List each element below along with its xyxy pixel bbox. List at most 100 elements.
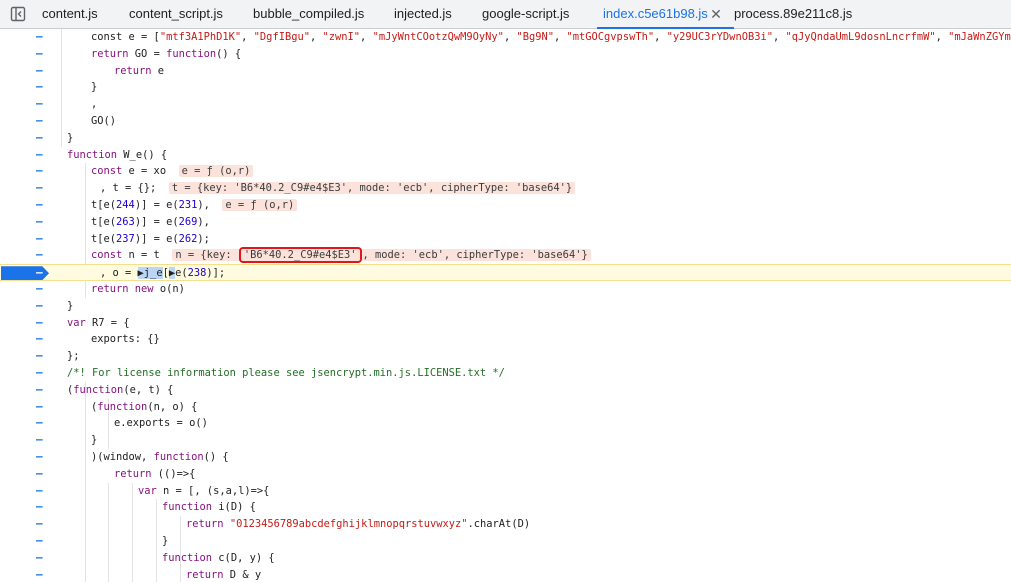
string-token: "mJaWnZGYmNbYtgTc [948,31,1011,43]
code-line[interactable]: – (function(n, o) { [0,399,1011,416]
code-line[interactable]: – t[e(237)] = e(262); [0,231,1011,248]
code-line[interactable]: – return new o(n) [0,281,1011,298]
code-line[interactable]: – return (()=>{ [0,466,1011,483]
tab-injected-js[interactable]: injected.js [394,0,452,28]
tab-content-script-js[interactable]: content_script.js [129,0,223,28]
gutter-dash-marker[interactable]: – [36,63,46,80]
code-line[interactable]: – return e [0,63,1011,80]
code-line[interactable]: –}; [0,348,1011,365]
code-line[interactable]: – function c(D, y) { [0,550,1011,567]
code-line[interactable]: – function W_e() { [0,147,1011,164]
breakpoint-marker-icon[interactable]: – [1,266,49,281]
gutter-dash-marker[interactable]: – [36,550,46,567]
gutter-dash-marker[interactable]: – [36,382,46,399]
gutter-dash-marker[interactable]: – [36,432,46,449]
code-token: e = xo [122,165,179,178]
code-text: )(window, function() { [91,449,229,466]
inline-value-preview: e = ƒ (o,r) [222,199,298,211]
code-line[interactable]: – return D & y [0,567,1011,582]
code-text: } [67,130,73,147]
code-text: return GO = function() { [91,46,241,63]
code-editor[interactable]: – const e = ["mtf3A1PhD1K", "DgfIBgu", "z… [0,29,1011,582]
code-line[interactable]: –} [0,298,1011,315]
code-token: const e = [ [91,31,160,43]
gutter-dash-marker[interactable]: – [36,281,46,298]
code-token: } [162,535,169,547]
code-line[interactable]: – function i(D) { [0,499,1011,516]
code-token: t[e( [91,232,117,245]
code-line[interactable]: –} [0,79,1011,96]
gutter-dash-marker[interactable]: – [36,399,46,416]
code-line[interactable]: – return GO = function() { [0,46,1011,63]
code-line[interactable]: –} [0,432,1011,449]
code-token: , [91,98,98,111]
gutter-dash-marker[interactable]: – [36,365,46,382]
code-line[interactable]: –} [0,130,1011,147]
comment-token: /*! For license information please see j… [67,367,505,379]
code-line[interactable]: – const e = ["mtf3A1PhD1K", "DgfIBgu", "z… [0,29,1011,46]
close-tab-icon[interactable]: ✕ [709,0,723,28]
gutter-dash-marker[interactable]: – [36,567,46,582]
gutter-dash-marker[interactable]: – [36,79,46,96]
tab-content-js[interactable]: content.js [42,0,98,28]
gutter-dash-marker[interactable]: – [36,247,46,264]
code-line[interactable]: –, [0,96,1011,113]
string-token: "qJyQndaUmL9dosnLncrfmW" [785,31,936,43]
code-text: GO() [91,113,116,130]
code-text: return D & y [186,567,261,582]
gutter-dash-marker[interactable]: – [36,46,46,63]
gutter-dash-marker[interactable]: – [36,499,46,516]
gutter-dash-marker[interactable]: – [36,483,46,500]
gutter-dash-marker[interactable]: – [36,516,46,533]
keyword-token: return [186,518,224,531]
keyword-token: function [162,501,213,514]
gutter-dash-marker[interactable]: – [36,415,46,432]
gutter-dash-marker[interactable]: – [36,197,46,214]
gutter-dash-marker[interactable]: – [36,130,46,147]
code-line[interactable]: – const e = xo e = ƒ (o,r) [0,163,1011,180]
gutter-dash-marker[interactable]: – [36,163,46,180]
gutter-dash-marker[interactable]: – [36,147,46,164]
code-line[interactable]: – GO() [0,113,1011,130]
code-text: , [91,96,97,113]
tab-bubble-compiled-js[interactable]: bubble_compiled.js [253,0,364,28]
gutter-dash-marker[interactable]: – [36,315,46,332]
code-text: , o = ▶j_e[▶e(238)]; [100,265,225,282]
code-text: (function(n, o) { [91,399,197,416]
keyword-token: function [97,400,148,413]
code-line[interactable]: – const n = t n = {key: 'B6*40.2_C9#e4$E3… [0,247,1011,264]
gutter-dash-marker[interactable]: – [36,214,46,231]
gutter-dash-marker[interactable]: – [36,96,46,113]
code-line[interactable]: –} [0,533,1011,550]
gutter-dash-marker[interactable]: – [36,348,46,365]
code-line[interactable]: – (function(e, t) { [0,382,1011,399]
code-line[interactable]: – t[e(263)] = e(269), [0,214,1011,231]
paused-code-line[interactable]: – , o = ▶j_e[▶e(238)]; [0,264,1011,281]
code-line[interactable]: – var n = [, (s,a,l)=>{ [0,483,1011,500]
code-line[interactable]: – return "0123456789abcdefghijklmnopqrstu… [0,516,1011,533]
gutter-dash-marker[interactable]: – [36,29,46,46]
gutter-dash-marker[interactable]: – [36,298,46,315]
tab-index-js[interactable]: index.c5e61b98.js [597,0,734,29]
code-line[interactable]: – t[e(244)] = e(231), e = ƒ (o,r) [0,197,1011,214]
code-line[interactable]: – )(window, function() { [0,449,1011,466]
tab-process-js[interactable]: process.89e211c8.js [734,0,852,28]
code-line[interactable]: – exports: {} [0,331,1011,348]
code-token: )(window, [91,451,154,463]
gutter-dash-marker[interactable]: – [36,231,46,248]
gutter-dash-marker[interactable]: – [36,331,46,348]
gutter-dash-marker[interactable]: – [36,533,46,550]
code-line[interactable]: – var R7 = { [0,315,1011,332]
tab-google-script-js[interactable]: google-script.js [482,0,569,28]
code-token: () { [203,451,229,463]
toggle-navigator-icon[interactable] [10,6,26,22]
code-line[interactable]: – /*! For license information please see … [0,365,1011,382]
gutter-dash-marker[interactable]: – [36,180,46,197]
breakpoint-dash: – [36,266,43,280]
gutter-dash-marker[interactable]: – [36,466,46,483]
code-text: t[e(263)] = e(269), [91,214,210,231]
code-line[interactable]: – , t = {}; t = {key: 'B6*40.2_C9#e4$E3',… [0,180,1011,197]
gutter-dash-marker[interactable]: – [36,113,46,130]
code-line[interactable]: – e.exports = o() [0,415,1011,432]
gutter-dash-marker[interactable]: – [36,449,46,466]
